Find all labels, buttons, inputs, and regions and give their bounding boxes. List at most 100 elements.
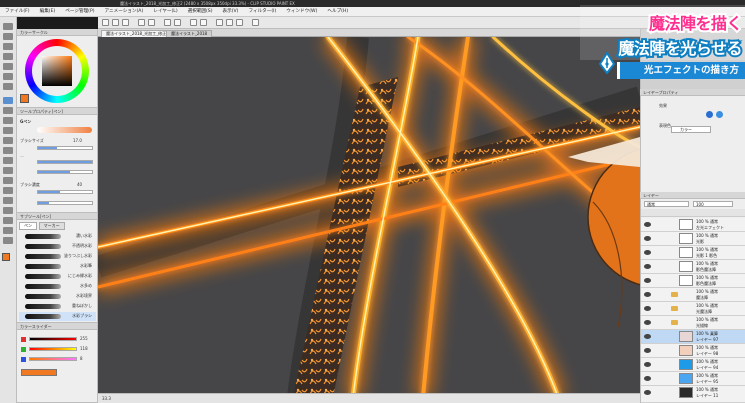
figure-tool-icon[interactable]: [3, 187, 13, 194]
decoration-tool-icon[interactable]: [3, 137, 13, 144]
menu-help[interactable]: ヘルプ(H): [322, 7, 353, 17]
brush-tool-icon[interactable]: [3, 117, 13, 124]
layer-row[interactable]: 100 % 通常 レイヤー 94: [641, 358, 745, 372]
visibility-icon[interactable]: [644, 292, 651, 297]
layer-row[interactable]: 100 % 通常 影色魔法陣: [641, 274, 745, 288]
snap-icon[interactable]: [216, 19, 223, 26]
eraser-tool-icon[interactable]: [3, 147, 13, 154]
tone-effect-icon[interactable]: [716, 111, 723, 118]
layer-folder-row[interactable]: 100 % 通常 光魔法陣: [641, 302, 745, 316]
menu-page[interactable]: ページ管理(P): [60, 7, 99, 17]
brush-density-value[interactable]: 40: [77, 182, 82, 187]
zoom-tool-icon[interactable]: [3, 23, 13, 30]
blue-slider[interactable]: [29, 357, 77, 361]
save-icon[interactable]: [122, 19, 129, 26]
opacity-field[interactable]: 100: [693, 201, 733, 207]
layer-folder-row[interactable]: 100 % 通常 魔法陣: [641, 288, 745, 302]
brush-item[interactable]: 水彩筆: [19, 262, 96, 271]
fill-icon[interactable]: [174, 19, 181, 26]
red-value[interactable]: 255: [80, 336, 88, 341]
main-color-swatch[interactable]: [2, 253, 10, 261]
layer-row[interactable]: 100 % 通常 光影 1 影色: [641, 246, 745, 260]
redo-icon[interactable]: [148, 19, 155, 26]
red-slider[interactable]: [29, 337, 77, 341]
menu-edit[interactable]: 編集(E): [35, 7, 61, 17]
menu-view[interactable]: 表示(V): [218, 7, 244, 17]
frame-tool-icon[interactable]: [3, 197, 13, 204]
selection-tool-icon[interactable]: [3, 63, 13, 70]
expression-select[interactable]: カラー: [671, 126, 711, 133]
opacity-slider[interactable]: [37, 160, 93, 164]
layer-folder-row[interactable]: 100 % 通常 光描線: [641, 316, 745, 330]
layer-row-selected[interactable]: 100 % 乗算 レイヤー 97: [641, 330, 745, 344]
undo-icon[interactable]: [138, 19, 145, 26]
canvas-area[interactable]: 魔法イラスト_2018_光加工_修正2 魔法イラスト_2018: [98, 29, 640, 393]
brush-item[interactable]: 塗りつぶし水彩: [19, 252, 96, 261]
tab-marker[interactable]: マーカー: [38, 222, 65, 230]
correct-line-tool-icon[interactable]: [3, 237, 13, 244]
layer-row[interactable]: 100 % 通常 レイヤー 11: [641, 386, 745, 403]
blend-tool-icon[interactable]: [3, 157, 13, 164]
brush-item[interactable]: 重ねぼかし: [19, 302, 96, 311]
visibility-icon[interactable]: [644, 362, 651, 367]
visibility-icon[interactable]: [644, 264, 651, 269]
pen-tool-icon[interactable]: [3, 97, 13, 104]
menu-animation[interactable]: アニメーション(A): [100, 7, 149, 17]
visibility-icon[interactable]: [644, 334, 651, 339]
pencil-tool-icon[interactable]: [3, 107, 13, 114]
settings-icon[interactable]: [252, 19, 259, 26]
visibility-icon[interactable]: [644, 278, 651, 283]
green-value[interactable]: 118: [80, 346, 88, 351]
green-slider[interactable]: [29, 347, 77, 351]
visibility-icon[interactable]: [644, 320, 651, 325]
visibility-icon[interactable]: [644, 390, 651, 395]
transform-icon[interactable]: [200, 19, 207, 26]
move-tool-icon[interactable]: [3, 33, 13, 40]
ruler-tool-icon[interactable]: [3, 207, 13, 214]
visibility-icon[interactable]: [644, 250, 651, 255]
layer-row[interactable]: 100 % 通常 左光エフェクト: [641, 218, 745, 232]
brush-item[interactable]: 不透明水彩: [19, 242, 96, 251]
brush-size-slider[interactable]: [37, 146, 93, 150]
brush-size-value[interactable]: 17.0: [73, 138, 82, 143]
layer-row[interactable]: 100 % 通常 レイヤー 95: [641, 372, 745, 386]
visibility-icon[interactable]: [644, 348, 651, 353]
fill-tool-icon[interactable]: [3, 167, 13, 174]
snap-ruler-icon[interactable]: [226, 19, 233, 26]
eyedropper-tool-icon[interactable]: [3, 83, 13, 90]
clear-icon[interactable]: [164, 19, 171, 26]
layer-row[interactable]: 100 % 通常 影色魔法陣: [641, 260, 745, 274]
blend-mode-select[interactable]: 通常: [644, 201, 689, 207]
menu-selection[interactable]: 選択範囲(S): [183, 7, 218, 17]
brush-item[interactable]: にじみ縁水彩: [19, 272, 96, 281]
move-layer-tool-icon[interactable]: [3, 53, 13, 60]
snap-grid-icon[interactable]: [236, 19, 243, 26]
text-tool-icon[interactable]: [3, 217, 13, 224]
zoom-value[interactable]: 33.3: [102, 396, 111, 401]
menu-window[interactable]: ウィンドウ(W): [281, 7, 322, 17]
gradient-tool-icon[interactable]: [3, 177, 13, 184]
border-effect-icon[interactable]: [706, 111, 713, 118]
saturation-value-square[interactable]: [42, 56, 72, 86]
brush-density-slider[interactable]: [37, 190, 93, 194]
layer-row[interactable]: 100 % 通常 光影: [641, 232, 745, 246]
menu-file[interactable]: ファイル(F): [0, 7, 35, 17]
auto-select-tool-icon[interactable]: [3, 73, 13, 80]
balloon-tool-icon[interactable]: [3, 227, 13, 234]
operation-tool-icon[interactable]: [3, 43, 13, 50]
brush-item[interactable]: 濃い水彩: [19, 232, 96, 241]
visibility-icon[interactable]: [644, 222, 651, 227]
brush-item[interactable]: 水彩境界: [19, 292, 96, 301]
stabilization-slider[interactable]: [37, 201, 93, 205]
anti-aliasing-slider[interactable]: [37, 170, 93, 174]
brush-item[interactable]: 水多め: [19, 282, 96, 291]
brush-item-selected[interactable]: 水彩ブラシ: [19, 312, 96, 321]
menu-layer[interactable]: レイヤー(L): [148, 7, 182, 17]
blue-value[interactable]: 8: [80, 356, 83, 361]
visibility-icon[interactable]: [644, 376, 651, 381]
tab-pen[interactable]: ペン: [19, 222, 37, 230]
layer-row[interactable]: 100 % 通常 レイヤー 98: [641, 344, 745, 358]
menu-filter[interactable]: フィルター(I): [243, 7, 281, 17]
open-file-icon[interactable]: [112, 19, 119, 26]
visibility-icon[interactable]: [644, 236, 651, 241]
